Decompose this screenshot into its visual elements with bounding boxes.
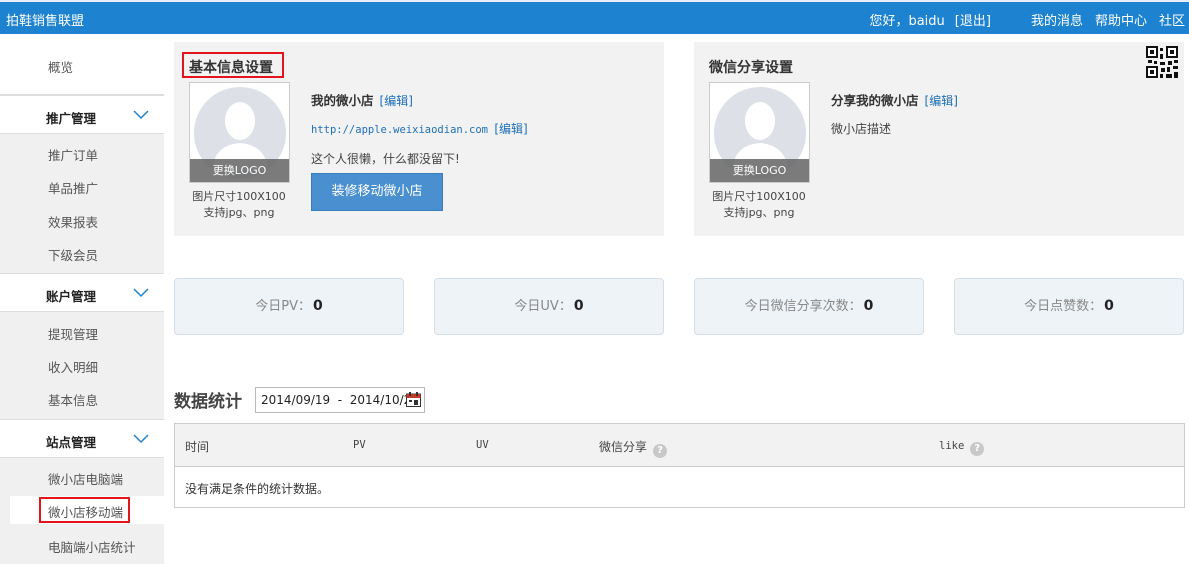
sidebar-group-account[interactable]: 账户管理: [0, 273, 164, 312]
share-description: 微小店描述: [831, 122, 892, 136]
shop-description: 这个人很懒，什么都没留下!: [311, 152, 460, 166]
shop-url: http://apple.weixiaodian.com [编辑]: [311, 120, 528, 137]
sidebar-item-basic-info[interactable]: 基本信息: [0, 381, 164, 414]
column-header-wechat-share: 微信分享?: [599, 438, 668, 458]
date-range-text: 2014/09/19 - 2014/10/20: [261, 393, 419, 407]
change-logo-button[interactable]: 更换LOGO: [710, 159, 809, 182]
size-hint: 图片尺寸100X100 支持jpg、png: [184, 189, 294, 221]
stat-label: 今日UV：: [514, 299, 572, 314]
stat-label: 今日微信分享次数：: [744, 299, 862, 314]
sidebar-item-label: 提现管理: [48, 327, 99, 342]
stat-card-uv: 今日UV： 0: [434, 278, 664, 335]
help-icon[interactable]: ?: [653, 444, 668, 458]
help-center-link[interactable]: 帮助中心: [1095, 10, 1147, 29]
share-name-text: 分享我的微小店: [831, 93, 919, 108]
sidebar-group-label: 站点管理: [46, 435, 97, 450]
chevron-down-icon: [133, 288, 149, 298]
sidebar-item-overview[interactable]: 概览: [0, 34, 164, 95]
stat-value: 0: [1104, 298, 1114, 314]
sidebar-group-label: 账户管理: [46, 289, 97, 304]
panel-title: 微信分享设置: [709, 60, 793, 76]
share-logo[interactable]: 更换LOGO: [709, 82, 810, 183]
stat-value: 0: [312, 298, 323, 314]
sidebar: 概览 推广管理 推广订单 单品推广 效果报表 下级会员 账户管理 提现管理 收入…: [0, 34, 164, 564]
shop-logo[interactable]: 更换LOGO: [189, 82, 290, 183]
stat-card-wechat-shares: 今日微信分享次数： 0: [694, 278, 924, 335]
sidebar-item-label: 单品推广: [48, 181, 99, 196]
community-link[interactable]: 社区: [1159, 10, 1185, 29]
sidebar-group-promotion[interactable]: 推广管理: [0, 95, 164, 134]
help-icon[interactable]: ?: [970, 442, 985, 456]
qr-code-icon[interactable]: [1146, 46, 1178, 78]
date-range-input[interactable]: 2014/09/19 - 2014/10/20: [255, 387, 425, 413]
sidebar-item-label: 效果报表: [48, 215, 99, 230]
column-header-like: like?: [939, 438, 985, 456]
highlight-box: [182, 52, 284, 78]
stat-value: 0: [573, 298, 584, 314]
edit-url-link[interactable]: [编辑]: [494, 122, 527, 136]
stat-label: 今日PV：: [255, 299, 311, 314]
column-header-text: like: [939, 440, 965, 452]
highlight-box: [39, 497, 130, 523]
edit-shop-name-link[interactable]: [编辑]: [380, 94, 413, 108]
stat-value: 0: [863, 298, 874, 314]
sidebar-group-label: 推广管理: [46, 111, 97, 126]
logout-link[interactable]: [退出]: [955, 10, 991, 29]
share-name: 分享我的微小店 [编辑]: [831, 90, 958, 109]
format-hint-text: 支持jpg、png: [203, 206, 275, 219]
data-stats-title: 数据统计: [174, 392, 242, 412]
brand-title: 拍鞋销售联盟: [6, 14, 85, 29]
sidebar-item-pc-shop-stats[interactable]: 电脑端小店统计: [0, 528, 164, 561]
sidebar-item-label: 下级会员: [48, 248, 99, 263]
sidebar-item-label: 基本信息: [48, 393, 99, 408]
column-header-text: 微信分享: [599, 440, 648, 454]
messages-link[interactable]: 我的消息: [1031, 10, 1083, 29]
chevron-down-icon: [133, 434, 149, 444]
table-header: 时间 PV UV 微信分享? like?: [175, 424, 1184, 467]
sidebar-item-promotion-orders[interactable]: 推广订单: [0, 136, 164, 169]
sidebar-item-label: 收入明细: [48, 360, 99, 375]
shop-name-text: 我的微小店: [311, 93, 374, 108]
decorate-mobile-shop-button[interactable]: 装修移动微小店: [311, 173, 443, 211]
stats-table: 时间 PV UV 微信分享? like? 没有满足条件的统计数据。: [174, 423, 1185, 508]
sidebar-item-label: 推广订单: [48, 148, 99, 163]
sidebar-item-label: 电脑端小店统计: [48, 540, 136, 555]
top-bar: 拍鞋销售联盟 您好，baidu [退出] 我的消息 帮助中心 社区: [0, 0, 1189, 34]
top-nav: 您好，baidu [退出] 我的消息 帮助中心 社区: [869, 10, 1185, 29]
format-hint-text: 支持jpg、png: [723, 206, 795, 219]
wechat-share-panel: 微信分享设置 更换LOGO 图片尺寸100X100 支持jpg、png 分享我的…: [694, 42, 1184, 236]
sidebar-item-label: 微小店电脑端: [48, 472, 124, 487]
shop-name: 我的微小店 [编辑]: [311, 90, 413, 109]
column-header-uv: UV: [476, 439, 489, 451]
greeting: 您好，baidu: [869, 14, 945, 29]
chevron-down-icon: [133, 110, 149, 120]
stat-label: 今日点赞数：: [1024, 299, 1103, 314]
edit-share-link[interactable]: [编辑]: [925, 94, 958, 108]
calendar-icon[interactable]: [406, 392, 421, 407]
change-logo-button[interactable]: 更换LOGO: [190, 159, 289, 182]
shop-url-text[interactable]: http://apple.weixiaodian.com: [311, 124, 488, 136]
column-header-pv: PV: [353, 439, 366, 451]
sidebar-item-withdraw[interactable]: 提现管理: [0, 315, 164, 348]
sidebar-item-single-promotion[interactable]: 单品推广: [0, 169, 164, 202]
size-hint: 图片尺寸100X100 支持jpg、png: [704, 189, 814, 221]
sidebar-item-sub-members[interactable]: 下级会员: [0, 236, 164, 269]
sidebar-item-label: 概览: [48, 60, 74, 75]
size-hint-text: 图片尺寸100X100: [192, 190, 286, 203]
column-header-time: 时间: [185, 440, 210, 454]
size-hint-text: 图片尺寸100X100: [712, 190, 806, 203]
stat-card-pv: 今日PV： 0: [174, 278, 404, 335]
sidebar-group-site[interactable]: 站点管理: [0, 419, 164, 458]
stat-card-likes: 今日点赞数： 0: [954, 278, 1184, 335]
empty-message: 没有满足条件的统计数据。: [185, 482, 330, 496]
sidebar-item-income-detail[interactable]: 收入明细: [0, 348, 164, 381]
sidebar-item-effect-report[interactable]: 效果报表: [0, 203, 164, 236]
sidebar-item-pc-shop[interactable]: 微小店电脑端: [0, 460, 164, 493]
